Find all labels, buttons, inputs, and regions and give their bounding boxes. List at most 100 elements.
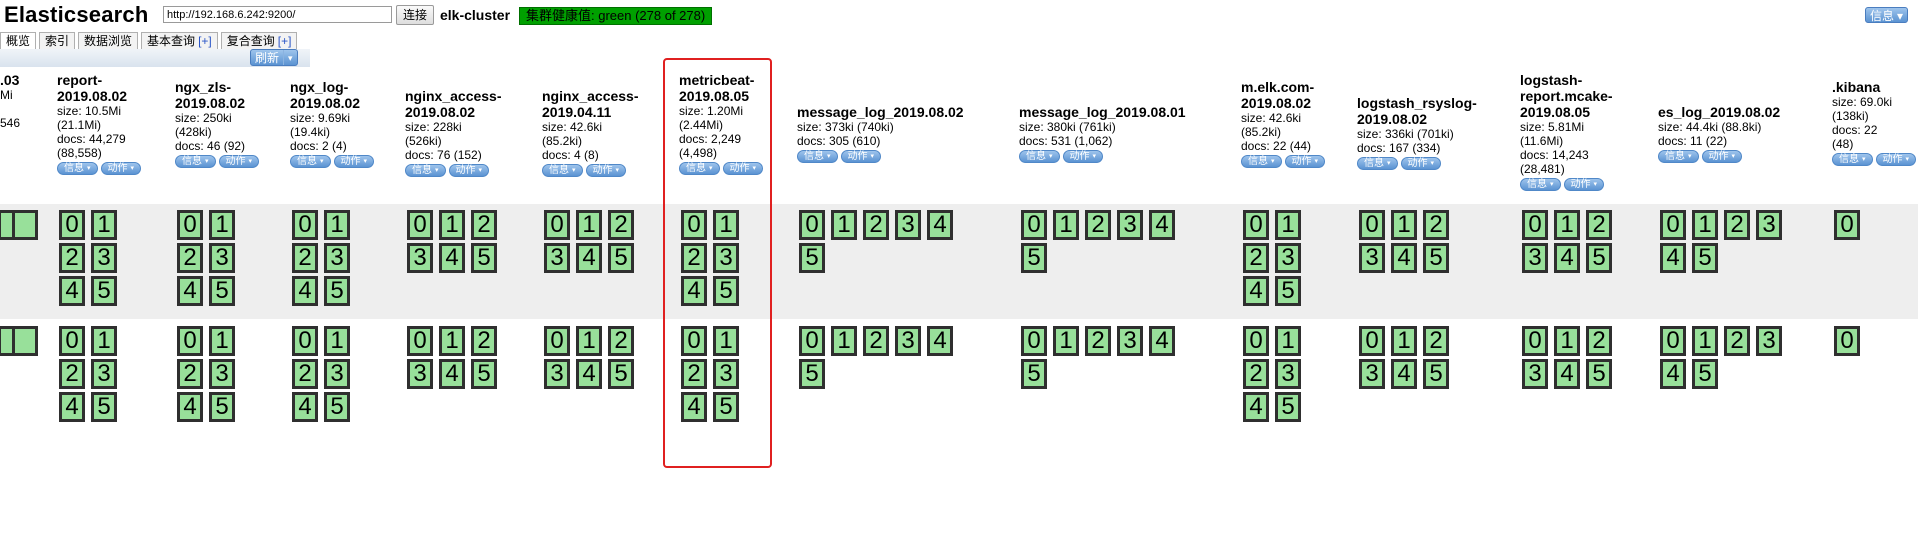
shard-box[interactable]: 5: [1692, 243, 1718, 273]
shard-box[interactable]: 1: [831, 326, 857, 356]
shard-box[interactable]: 1: [1554, 326, 1580, 356]
shard-box[interactable]: 2: [292, 359, 318, 389]
shard-box[interactable]: 0: [799, 326, 825, 356]
shard-box[interactable]: 2: [1243, 359, 1269, 389]
shard-box[interactable]: 0: [1021, 210, 1047, 240]
shard-box[interactable]: 4: [292, 392, 318, 422]
index-info-button[interactable]: 信息 ▾: [1357, 157, 1398, 170]
shard-box[interactable]: 0: [407, 326, 433, 356]
index-action-button[interactable]: 动作 ▾: [840, 150, 882, 163]
shard-box[interactable]: 4: [1243, 392, 1269, 422]
shard-box[interactable]: 5: [1586, 359, 1612, 389]
shard-box[interactable]: 4: [1554, 243, 1580, 273]
index-action-button[interactable]: 动作 ▾: [448, 164, 490, 177]
shard-box[interactable]: 2: [608, 210, 634, 240]
index-action-button[interactable]: 动作 ▾: [1875, 153, 1917, 166]
shard-box[interactable]: 1: [576, 210, 602, 240]
connect-button[interactable]: 连接: [396, 5, 435, 25]
index-action-button[interactable]: 动作 ▾: [1284, 155, 1326, 168]
shard-box[interactable]: 5: [209, 392, 235, 422]
shard-box[interactable]: 3: [1117, 210, 1143, 240]
shard-box[interactable]: 2: [292, 243, 318, 273]
shard-box[interactable]: 3: [91, 243, 117, 273]
shard-box[interactable]: 0: [59, 210, 85, 240]
shard-box[interactable]: 5: [1275, 392, 1301, 422]
shard-box[interactable]: 1: [576, 326, 602, 356]
shard-box[interactable]: 4: [439, 359, 465, 389]
shard-box[interactable]: 3: [324, 359, 350, 389]
shard-box[interactable]: 4: [1391, 243, 1417, 273]
shard-box[interactable]: 5: [91, 276, 117, 306]
shard-box[interactable]: 4: [1554, 359, 1580, 389]
shard-box[interactable]: 0: [1522, 210, 1548, 240]
shard-box[interactable]: 1: [1053, 210, 1079, 240]
shard-box[interactable]: 0: [1243, 326, 1269, 356]
shard-box[interactable]: 5: [471, 359, 497, 389]
index-action-button[interactable]: 动作 ▾: [1400, 157, 1442, 170]
shard-box[interactable]: 0: [1243, 210, 1269, 240]
cluster-url-input[interactable]: [163, 6, 392, 23]
shard-box[interactable]: 2: [863, 210, 889, 240]
index-info-button[interactable]: 信息 ▾: [405, 164, 446, 177]
shard-box[interactable]: 2: [1423, 210, 1449, 240]
shard-box[interactable]: 5: [324, 392, 350, 422]
shard-box[interactable]: 0: [544, 326, 570, 356]
shard-box[interactable]: 2: [863, 326, 889, 356]
index-info-button[interactable]: 信息 ▾: [1520, 178, 1561, 191]
shard-box[interactable]: 0: [292, 326, 318, 356]
shard-box[interactable]: 0: [177, 210, 203, 240]
tab-compound-query[interactable]: 复合查询 [+]: [220, 32, 298, 50]
shard-box[interactable]: 4: [177, 276, 203, 306]
shard-box[interactable]: 4: [1391, 359, 1417, 389]
shard-box[interactable]: 3: [895, 326, 921, 356]
shard-box[interactable]: 4: [576, 243, 602, 273]
shard-box[interactable]: 3: [544, 243, 570, 273]
shard-box[interactable]: 2: [1423, 326, 1449, 356]
shard-box[interactable]: 1: [1275, 326, 1301, 356]
shard-box[interactable]: 0: [1359, 210, 1385, 240]
shard-box[interactable]: 1: [1053, 326, 1079, 356]
shard-box[interactable]: 5: [1423, 359, 1449, 389]
index-action-button[interactable]: 动作 ▾: [1062, 150, 1104, 163]
index-info-button[interactable]: 信息 ▾: [1019, 150, 1060, 163]
shard-box[interactable]: 4: [1149, 326, 1175, 356]
shard-box[interactable]: 5: [1021, 243, 1047, 273]
top-info-menu-button[interactable]: 信息 ▾: [1865, 7, 1909, 23]
shard-box[interactable]: [12, 326, 38, 356]
shard-box[interactable]: 2: [177, 359, 203, 389]
shard-box[interactable]: 5: [471, 243, 497, 273]
shard-box[interactable]: 5: [799, 243, 825, 273]
index-action-button[interactable]: 动作 ▾: [218, 155, 260, 168]
tab-data-browser[interactable]: 数据浏览: [78, 32, 139, 50]
shard-box[interactable]: 4: [927, 210, 953, 240]
shard-box[interactable]: 3: [1275, 359, 1301, 389]
shard-box[interactable]: 1: [1391, 210, 1417, 240]
shard-box[interactable]: [12, 210, 38, 240]
shard-box[interactable]: 2: [471, 326, 497, 356]
chevron-down-icon[interactable]: ▾: [283, 50, 297, 65]
index-info-button[interactable]: 信息 ▾: [542, 164, 583, 177]
shard-box[interactable]: 4: [292, 276, 318, 306]
shard-box[interactable]: 4: [177, 392, 203, 422]
shard-box[interactable]: 3: [1359, 243, 1385, 273]
shard-box[interactable]: 2: [59, 243, 85, 273]
shard-box[interactable]: 1: [831, 210, 857, 240]
shard-box[interactable]: 4: [1149, 210, 1175, 240]
shard-box[interactable]: 0: [1834, 326, 1860, 356]
shard-box[interactable]: 4: [927, 326, 953, 356]
shard-box[interactable]: 3: [324, 243, 350, 273]
shard-box[interactable]: 1: [1692, 326, 1718, 356]
tab-add-link[interactable]: [+]: [278, 34, 292, 48]
shard-box[interactable]: 0: [1660, 326, 1686, 356]
shard-box[interactable]: 3: [209, 243, 235, 273]
shard-box[interactable]: 0: [1834, 210, 1860, 240]
shard-box[interactable]: 3: [1359, 359, 1385, 389]
index-action-button[interactable]: 动作 ▾: [333, 155, 375, 168]
shard-box[interactable]: 0: [544, 210, 570, 240]
shard-box[interactable]: 0: [1522, 326, 1548, 356]
shard-box[interactable]: 5: [209, 276, 235, 306]
shard-box[interactable]: 5: [1692, 359, 1718, 389]
shard-box[interactable]: 4: [1243, 276, 1269, 306]
shard-box[interactable]: 3: [209, 359, 235, 389]
refresh-button[interactable]: 刷新 ▾: [250, 49, 298, 66]
